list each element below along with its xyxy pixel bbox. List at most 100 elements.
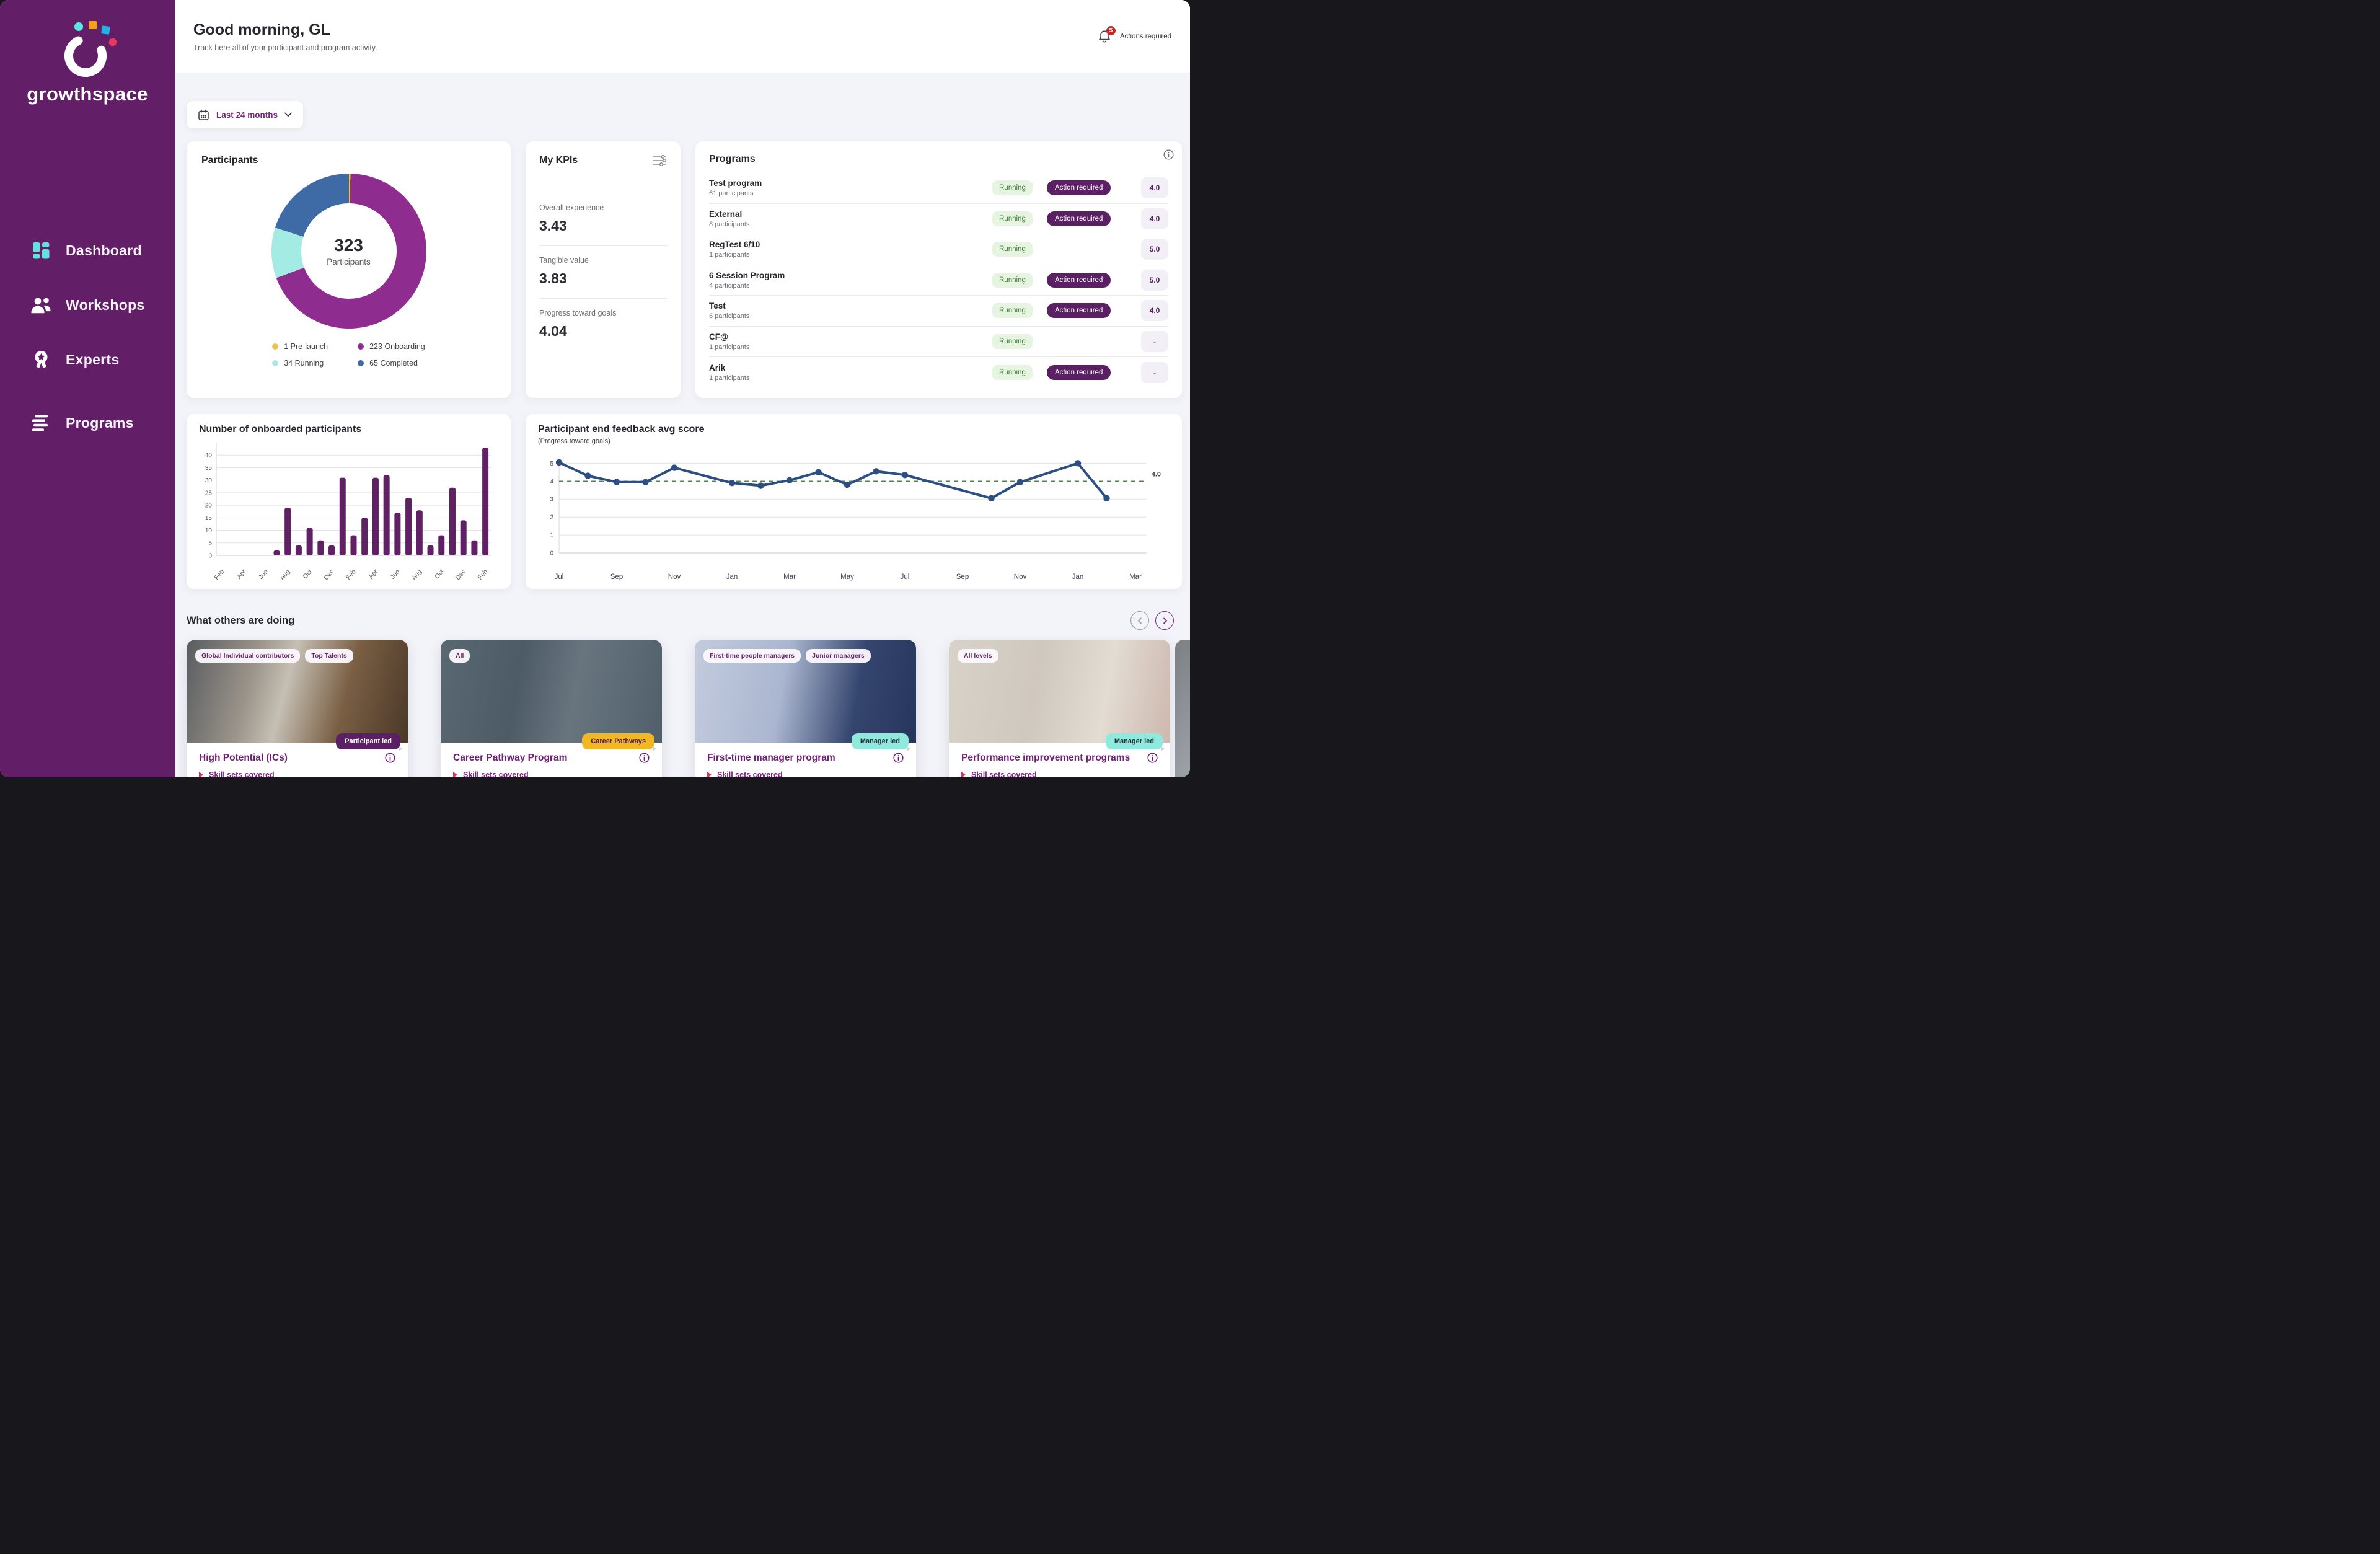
actions-required-button[interactable]: 5 Actions required — [1097, 29, 1171, 44]
program-participants: 1 participants — [709, 251, 992, 258]
program-table-row[interactable]: 6 Session Program 4 participants Running… — [709, 265, 1168, 296]
carousel-next-button[interactable] — [1155, 611, 1174, 630]
onboarded-bar-chart: 0510152025303540FebAprJunAugOctDecFebApr… — [199, 435, 498, 589]
legend-label: 34 Running — [284, 359, 324, 368]
svg-text:35: 35 — [205, 465, 213, 472]
svg-text:Jun: Jun — [257, 568, 270, 581]
score-badge: 5.0 — [1141, 239, 1168, 260]
status-badge: Running — [992, 365, 1033, 380]
score-badge: - — [1141, 362, 1168, 383]
chevron-right-icon — [1161, 617, 1168, 624]
app-root: growthspace Dashboard — [0, 0, 1190, 777]
card-led-badge: Participant led — [336, 733, 400, 749]
program-suggestion-card[interactable]: All levels Manager led Performance impro… — [949, 640, 1170, 777]
kpi-list: Overall experience 3.43 Tangible value 3… — [539, 193, 667, 351]
card-tag: Top Talents — [305, 649, 353, 663]
info-icon[interactable] — [1147, 753, 1158, 763]
topbar: Good morning, GL Track here all of your … — [175, 0, 1190, 73]
program-table-row[interactable]: Test program 61 participants Running Act… — [709, 173, 1168, 204]
legend-item: 65 Completed — [358, 359, 425, 368]
kpi-label: Tangible value — [539, 256, 667, 265]
kpi-value: 4.04 — [539, 323, 667, 340]
programs-info-icon[interactable] — [1163, 149, 1174, 163]
program-participants: 1 participants — [709, 343, 992, 351]
sidebar-item-label: Programs — [66, 415, 134, 431]
svg-text:30: 30 — [205, 477, 213, 484]
info-icon[interactable] — [639, 753, 650, 763]
sidebar-item-experts[interactable]: Experts — [30, 350, 175, 369]
svg-text:Aug: Aug — [410, 568, 423, 581]
stacked-bars-icon — [30, 413, 52, 433]
date-range-filter[interactable]: Last 24 months — [187, 101, 303, 128]
svg-text:1: 1 — [550, 532, 553, 539]
svg-text:15: 15 — [205, 515, 213, 522]
info-icon[interactable] — [385, 753, 395, 763]
program-participants: 4 participants — [709, 282, 992, 289]
svg-text:2: 2 — [550, 514, 553, 521]
status-badge: Running — [992, 242, 1033, 257]
participants-card-title: Participants — [201, 155, 496, 166]
card-tags: All — [449, 649, 470, 663]
program-name: RegTest 6/10 — [709, 240, 992, 249]
caret-right-icon — [199, 772, 203, 777]
svg-text:5: 5 — [550, 461, 553, 467]
chevron-left-icon — [1137, 617, 1144, 624]
program-table-row[interactable]: Arik 1 participants Running Action requi… — [709, 357, 1168, 388]
svg-text:Nov: Nov — [668, 573, 681, 581]
card-scroll-hint-icon — [907, 746, 910, 751]
svg-text:Oct: Oct — [301, 568, 314, 580]
sidebar-item-dashboard[interactable]: Dashboard — [30, 241, 175, 260]
sidebar-item-programs[interactable]: Programs — [30, 413, 175, 433]
card-photo: All levels Manager led — [949, 640, 1170, 743]
card-title: Performance improvement programs — [961, 751, 1130, 765]
card-tags: First-time people managersJunior manager… — [703, 649, 871, 663]
svg-text:Sep: Sep — [610, 573, 623, 581]
notification-count-badge: 5 — [1106, 26, 1116, 35]
program-table-row[interactable]: Test 6 participants Running Action requi… — [709, 296, 1168, 327]
action-required-badge: Action required — [1047, 303, 1111, 318]
skill-sets-label: Skill sets covered — [463, 770, 529, 777]
program-suggestion-card[interactable]: First-time people managersJunior manager… — [695, 640, 916, 777]
card-title: Career Pathway Program — [453, 751, 567, 765]
kpi-label: Overall experience — [539, 203, 667, 212]
program-suggestion-card[interactable]: All Career Pathways Career Pathway Progr… — [441, 640, 662, 777]
card-title: First-time manager program — [707, 751, 835, 765]
svg-text:4: 4 — [550, 479, 553, 485]
svg-text:May: May — [840, 573, 854, 581]
card-led-badge: Manager led — [852, 733, 909, 749]
svg-text:40: 40 — [205, 453, 213, 459]
carousel-prev-button[interactable] — [1130, 611, 1149, 630]
card-photo: Global Individual contributorsTop Talent… — [187, 640, 408, 743]
action-required-badge: Action required — [1047, 365, 1111, 380]
program-table-row[interactable]: External 8 participants Running Action r… — [709, 204, 1168, 235]
skill-sets-row: Skill sets covered — [961, 770, 1158, 777]
svg-text:Feb: Feb — [213, 568, 226, 581]
dashboard-grid-icon — [30, 241, 52, 260]
kpi-item: Tangible value 3.83 — [539, 246, 667, 299]
info-icon[interactable] — [893, 753, 904, 763]
skill-sets-row: Skill sets covered — [453, 770, 650, 777]
action-required-badge: Action required — [1047, 211, 1111, 226]
donut-legend: 1 Pre-launch 223 Onboarding 34 Running 6… — [201, 342, 496, 368]
svg-text:Oct: Oct — [433, 568, 446, 580]
program-suggestion-card[interactable]: Global Individual contributorsTop Talent… — [187, 640, 408, 777]
svg-text:Nov: Nov — [1014, 573, 1027, 581]
sidebar: growthspace Dashboard — [0, 0, 175, 777]
sidebar-item-workshops[interactable]: Workshops — [30, 295, 175, 315]
program-table-row[interactable]: CF@ 1 participants Running - — [709, 327, 1168, 358]
program-table-row[interactable]: RegTest 6/10 1 participants Running 5.0 — [709, 234, 1168, 265]
score-badge: 5.0 — [1141, 270, 1168, 291]
card-led-badge: Manager led — [1106, 733, 1163, 749]
bar-chart-title: Number of onboarded participants — [199, 424, 498, 435]
kpi-settings-icon[interactable] — [652, 155, 667, 166]
line-chart-title: Participant end feedback avg score — [538, 424, 1170, 435]
svg-text:Dec: Dec — [454, 568, 467, 581]
program-name: Test program — [709, 179, 992, 188]
page-subtitle: Track here all of your participant and p… — [193, 43, 377, 52]
programs-card-title: Programs — [709, 154, 1168, 165]
sidebar-nav: Dashboard Workshops — [0, 241, 175, 433]
svg-text:5: 5 — [208, 540, 212, 547]
program-participants: 6 participants — [709, 312, 992, 320]
svg-text:0: 0 — [208, 553, 212, 560]
svg-text:25: 25 — [205, 490, 213, 497]
